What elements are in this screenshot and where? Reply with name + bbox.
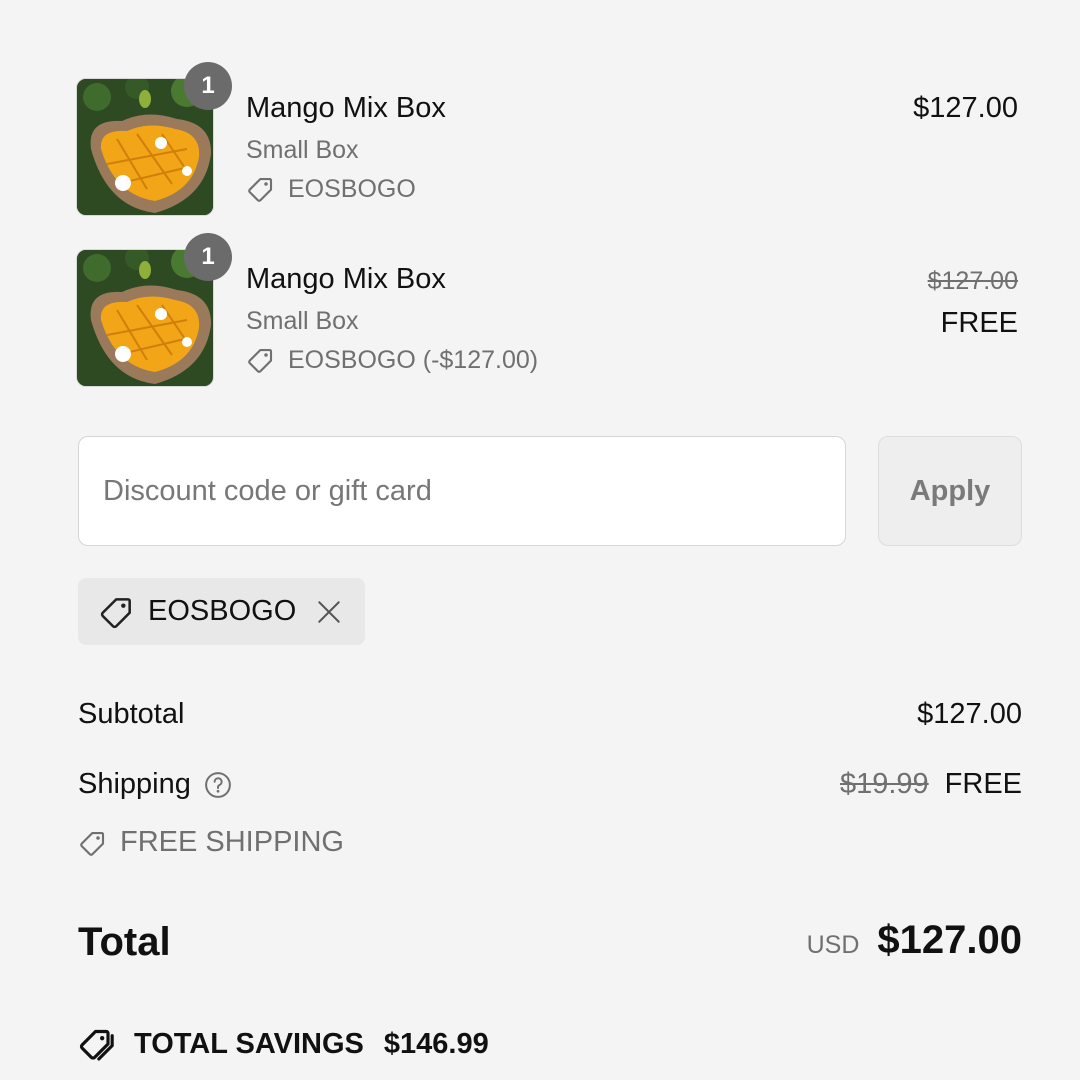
shipping-row: Shipping <box>78 768 233 801</box>
total-label: Total <box>78 920 171 964</box>
product-variant: Small Box <box>246 307 359 335</box>
item-discount: EOSBOGO <box>246 174 416 204</box>
shipping-discount-label: FREE SHIPPING <box>120 826 344 858</box>
tag-icon <box>80 831 105 856</box>
total-savings-amount: $146.99 <box>383 1027 489 1060</box>
currency-code: USD <box>806 931 860 959</box>
line-item: 1 Mango Mix Box Small Box EOSBOGO $127.0… <box>76 62 1022 218</box>
quantity-badge: 1 <box>184 62 232 110</box>
total-savings: TOTAL SAVINGS $146.99 <box>78 1024 489 1064</box>
discount-code-input[interactable] <box>78 436 846 546</box>
item-price: FREE <box>940 307 1018 339</box>
shipping-discount: FREE SHIPPING <box>78 826 344 859</box>
remove-discount-button[interactable] <box>316 599 342 625</box>
tag-icon <box>248 177 273 202</box>
item-price: $127.00 <box>913 92 1018 124</box>
shipping-value: FREE <box>944 768 1022 800</box>
item-discount-code: EOSBOGO (-$127.00) <box>288 345 539 374</box>
subtotal-value: $127.00 <box>917 698 1022 730</box>
product-name: Mango Mix Box <box>246 263 446 295</box>
total-amount: $127.00 <box>877 918 1022 962</box>
product-variant: Small Box <box>246 136 359 164</box>
line-item: 1 Mango Mix Box Small Box EOSBOGO (-$127… <box>76 233 1022 389</box>
total-savings-label: TOTAL SAVINGS <box>134 1027 364 1060</box>
applied-discount-code: EOSBOGO <box>148 595 297 627</box>
shipping-original-price: $19.99 <box>839 768 929 800</box>
total-value-group: USD $127.00 <box>807 918 1022 963</box>
apply-button[interactable]: Apply <box>878 436 1022 546</box>
tags-icon <box>79 1029 114 1061</box>
shipping-label: Shipping <box>78 768 191 800</box>
product-thumbnail: 1 <box>76 62 232 216</box>
product-thumbnail: 1 <box>76 233 232 387</box>
question-circle-icon[interactable] <box>203 770 233 800</box>
tag-icon <box>248 348 273 373</box>
shipping-value-group: $19.99 FREE <box>840 768 1022 801</box>
applied-discount-chip: EOSBOGO <box>78 578 365 645</box>
tag-icon <box>100 597 131 628</box>
item-original-price: $127.00 <box>927 267 1018 295</box>
quantity-badge: 1 <box>184 233 232 281</box>
item-discount-code: EOSBOGO <box>288 174 416 203</box>
subtotal-label: Subtotal <box>78 698 185 730</box>
close-icon[interactable] <box>316 599 342 625</box>
item-discount: EOSBOGO (-$127.00) <box>246 345 538 375</box>
product-name: Mango Mix Box <box>246 92 446 124</box>
